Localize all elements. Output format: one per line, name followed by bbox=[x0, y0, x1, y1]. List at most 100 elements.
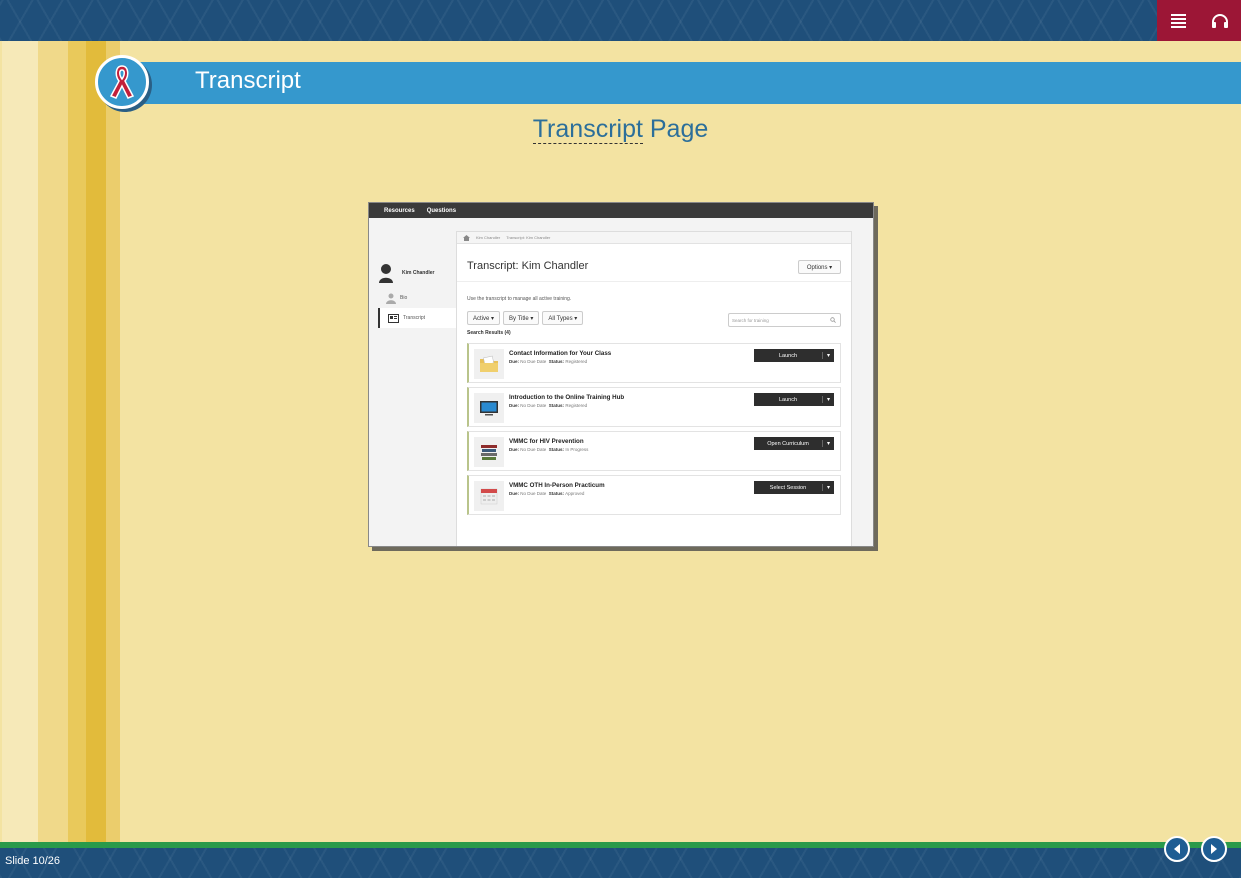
filter-all-types: All Types ▾ bbox=[542, 311, 584, 325]
training-action-button: Open Curriculum ▾ bbox=[754, 437, 834, 450]
calendar-icon bbox=[480, 488, 498, 505]
prev-button[interactable] bbox=[1164, 836, 1190, 862]
due-label: Due: bbox=[509, 359, 519, 364]
training-due: No Due Date bbox=[520, 359, 547, 364]
menu-icon bbox=[1170, 13, 1186, 28]
decor-stripe bbox=[68, 41, 86, 842]
training-title: Introduction to the Online Training Hub bbox=[509, 394, 625, 401]
title-bar: Transcript bbox=[120, 62, 1241, 104]
caret-down-icon: ▾ bbox=[822, 396, 834, 403]
awareness-ribbon-icon bbox=[109, 65, 135, 99]
status-label: Status: bbox=[548, 447, 565, 452]
search-box: Search for training bbox=[728, 313, 841, 327]
sidebar-item-label: Bio bbox=[400, 295, 408, 301]
transcript-screenshot: Resources Questions Kim Chandler Bio Tra… bbox=[368, 202, 874, 547]
status-label: Status: bbox=[548, 491, 565, 496]
person-icon bbox=[386, 293, 396, 304]
options-button: Options ▾ bbox=[798, 260, 841, 274]
decor-stripe bbox=[38, 41, 68, 842]
menu-button[interactable] bbox=[1157, 0, 1199, 41]
training-action-button: Launch ▾ bbox=[754, 393, 834, 406]
divider bbox=[457, 281, 851, 282]
caret-down-icon: ▾ bbox=[822, 440, 834, 447]
transcript-title: Transcript: Kim Chandler bbox=[467, 260, 589, 272]
page-heading: Transcript Page bbox=[0, 115, 1241, 144]
training-card: Contact Information for Your Class Due: … bbox=[467, 343, 841, 383]
action-label: Launch bbox=[778, 352, 798, 359]
training-action-button: Launch ▾ bbox=[754, 349, 834, 362]
ribbon-badge bbox=[95, 55, 149, 109]
user-avatar-icon bbox=[379, 264, 393, 283]
search-placeholder: Search for training bbox=[732, 317, 769, 323]
results-count: Search Results (4) bbox=[467, 330, 511, 336]
sidebar-item-bio: Bio bbox=[378, 288, 456, 308]
training-due: No Due Date bbox=[520, 403, 547, 408]
next-button[interactable] bbox=[1201, 836, 1227, 862]
screenshot-nav: Resources Questions bbox=[369, 203, 873, 218]
slide-content: Transcript Transcript Page Resources Que… bbox=[0, 41, 1241, 842]
training-due: No Due Date bbox=[520, 491, 547, 496]
training-card: Introduction to the Online Training Hub … bbox=[467, 387, 841, 427]
training-status: In Progress bbox=[565, 447, 589, 452]
action-label: Open Curriculum bbox=[767, 440, 809, 447]
training-thumb bbox=[474, 349, 504, 379]
screenshot-main: Kim Chandler Transcript: Kim Chandler Tr… bbox=[456, 231, 852, 546]
sidebar-user-name: Kim Chandler bbox=[402, 270, 435, 276]
training-card: VMMC OTH In-Person Practicum Due: No Due… bbox=[467, 475, 841, 515]
audio-button[interactable] bbox=[1199, 0, 1241, 41]
due-label: Due: bbox=[509, 403, 519, 408]
caret-down-icon: ▾ bbox=[822, 484, 834, 491]
breadcrumb-item: Transcript: Kim Chandler bbox=[506, 235, 551, 240]
heading-rest: Page bbox=[642, 115, 709, 143]
nav-questions: Questions bbox=[426, 207, 457, 214]
filter-bar: Active ▾ By Title ▾ All Types ▾ bbox=[467, 311, 584, 325]
training-thumb bbox=[474, 481, 504, 511]
breadcrumb: Kim Chandler Transcript: Kim Chandler bbox=[457, 232, 851, 244]
transcript-icon bbox=[388, 313, 399, 323]
training-meta: Due: No Due Date Status: Registered bbox=[509, 359, 587, 364]
top-bar bbox=[0, 0, 1241, 41]
training-status: Registered bbox=[565, 403, 588, 408]
sidebar-item-transcript: Transcript bbox=[378, 308, 456, 328]
home-icon bbox=[463, 234, 470, 241]
sidebar-user: Kim Chandler bbox=[378, 258, 456, 288]
due-label: Due: bbox=[509, 491, 519, 496]
folder-icon bbox=[480, 355, 498, 372]
training-thumb bbox=[474, 393, 504, 423]
books-icon bbox=[481, 445, 497, 460]
action-label: Select Session bbox=[769, 484, 807, 491]
top-buttons bbox=[1157, 0, 1241, 41]
caret-down-icon: ▾ bbox=[822, 352, 834, 359]
slide-title: Transcript bbox=[195, 67, 301, 94]
screenshot-sidebar: Kim Chandler Bio Transcript bbox=[378, 258, 456, 328]
decor-stripe bbox=[86, 41, 106, 842]
nav-resources: Resources bbox=[384, 207, 415, 214]
filter-active: Active ▾ bbox=[467, 311, 501, 325]
intro-text: Use the transcript to manage all active … bbox=[467, 296, 572, 302]
decor-stripe bbox=[106, 41, 120, 842]
headphones-icon bbox=[1212, 13, 1228, 28]
training-card: VMMC for HIV Prevention Due: No Due Date… bbox=[467, 431, 841, 471]
training-status: Approved bbox=[565, 491, 585, 496]
training-title: VMMC for HIV Prevention bbox=[509, 438, 584, 445]
training-title: Contact Information for Your Class bbox=[509, 350, 612, 357]
next-arrow-icon bbox=[1211, 844, 1217, 854]
due-label: Due: bbox=[509, 447, 519, 452]
action-label: Launch bbox=[778, 396, 798, 403]
search-icon bbox=[830, 317, 836, 323]
training-due: No Due Date bbox=[520, 447, 547, 452]
status-label: Status: bbox=[548, 359, 565, 364]
breadcrumb-item: Kim Chandler bbox=[476, 235, 501, 240]
training-thumb bbox=[474, 437, 504, 467]
decor-stripe bbox=[2, 41, 38, 842]
training-meta: Due: No Due Date Status: Registered bbox=[509, 403, 587, 408]
bottom-bar bbox=[0, 848, 1241, 878]
heading-link-word[interactable]: Transcript bbox=[532, 115, 643, 144]
training-meta: Due: No Due Date Status: In Progress bbox=[509, 447, 588, 452]
training-action-button: Select Session ▾ bbox=[754, 481, 834, 494]
monitor-icon bbox=[480, 401, 498, 416]
sidebar-item-label: Transcript bbox=[403, 315, 426, 321]
training-status: Registered bbox=[565, 359, 588, 364]
training-title: VMMC OTH In-Person Practicum bbox=[509, 482, 605, 489]
training-meta: Due: No Due Date Status: Approved bbox=[509, 491, 584, 496]
